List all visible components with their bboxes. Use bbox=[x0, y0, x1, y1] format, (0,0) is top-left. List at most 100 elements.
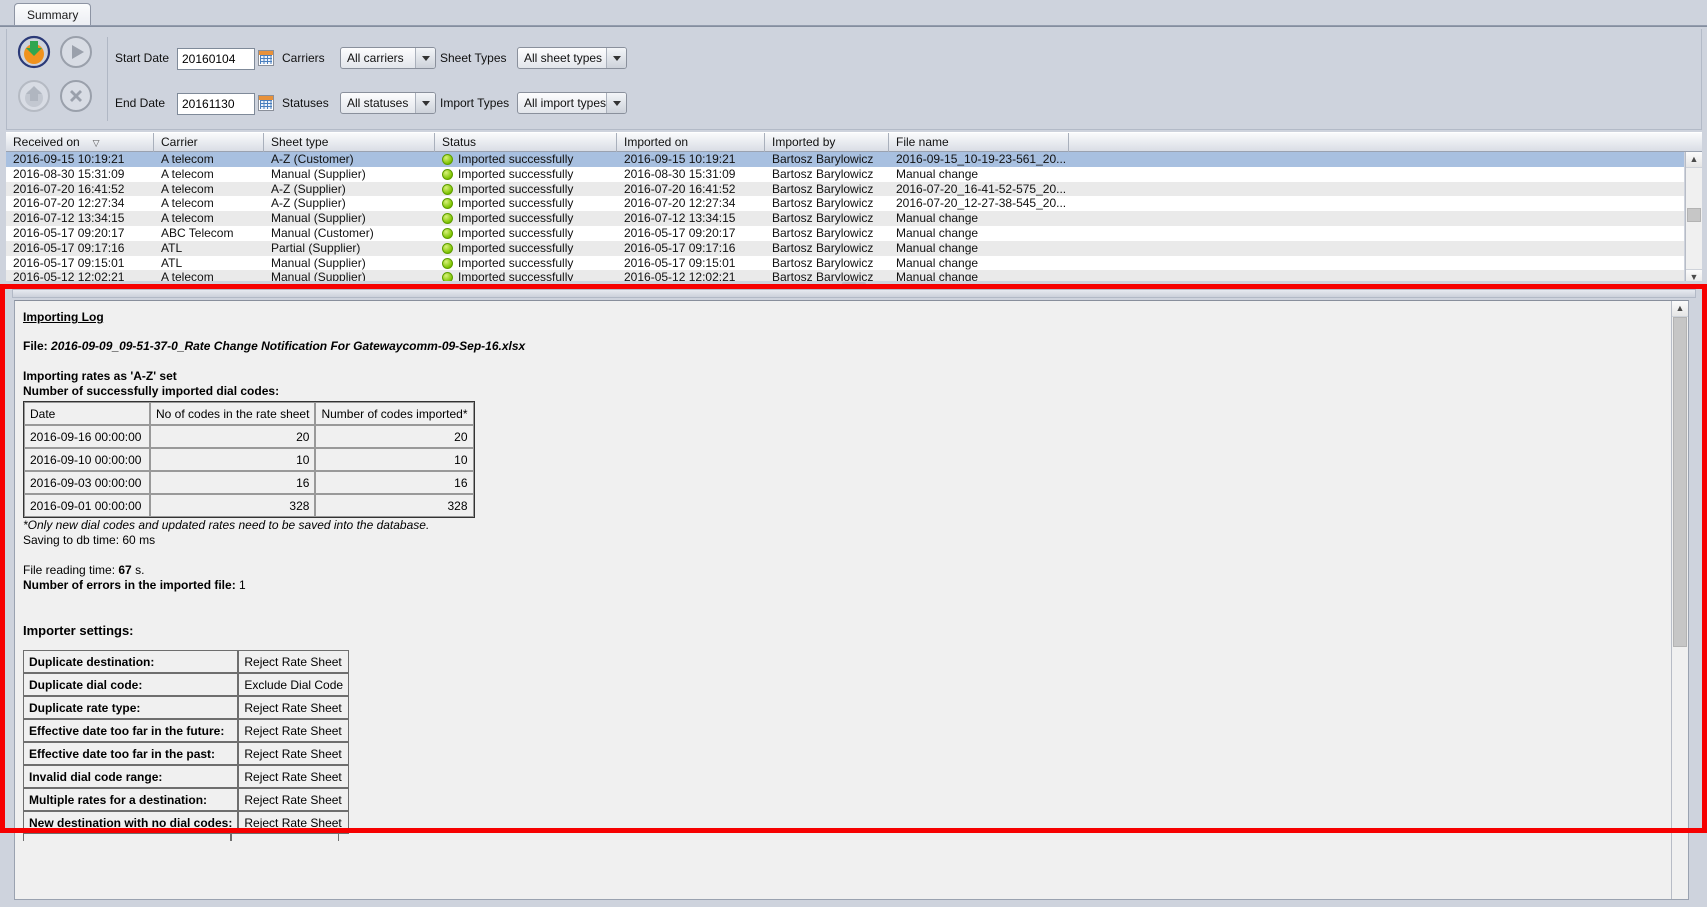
status-ok-icon bbox=[442, 213, 453, 225]
grid-column-header-label: Carrier bbox=[161, 135, 198, 149]
table-row[interactable]: 2016-05-17 09:17:16 ATL Partial (Supplier)… bbox=[6, 240, 1684, 256]
grid-column-header[interactable]: File name bbox=[889, 133, 1069, 152]
carriers-dropdown[interactable]: All carriers bbox=[340, 47, 436, 69]
filter-toolbar-panel: Start Date Carriers All carriers Sheet T… bbox=[6, 29, 1702, 130]
status-label: Imported successfully bbox=[458, 255, 574, 270]
table-cell-imported-on: 2016-09-15 10:19:21 bbox=[624, 152, 736, 166]
table-cell-imported-on: 2016-05-17 09:17:16 bbox=[624, 240, 736, 255]
setting-value: Reject Rate Sheet bbox=[238, 742, 350, 765]
toolbar-separator bbox=[107, 37, 108, 121]
carriers-label: Carriers bbox=[282, 51, 325, 65]
table-row: 2016-09-01 00:00:00 328 328 bbox=[24, 494, 474, 517]
scrollbar-thumb[interactable] bbox=[1673, 317, 1687, 647]
setting-key: Duplicate rate type: bbox=[23, 696, 239, 719]
importing-log-title[interactable]: Importing Log bbox=[23, 310, 104, 324]
chevron-down-icon[interactable] bbox=[606, 48, 626, 68]
grid-column-header[interactable]: Received on ▽ bbox=[6, 133, 154, 152]
table-cell-imported-on: 2016-07-12 13:34:15 bbox=[624, 211, 736, 226]
importer-settings-table: Duplicate destination: Reject Rate Sheet D… bbox=[23, 650, 350, 834]
statuses-label: Statuses bbox=[282, 96, 329, 110]
grid-header-filler bbox=[1069, 133, 1702, 152]
table-cell-sheet-type: A-Z (Supplier) bbox=[271, 181, 346, 196]
table-row[interactable]: 2016-08-30 15:31:09 A telecom Manual (Supp… bbox=[6, 166, 1684, 182]
status-label: Imported successfully bbox=[458, 240, 574, 255]
grid-body[interactable]: 2016-09-15 10:19:21 A telecom A-Z (Custome… bbox=[6, 152, 1684, 285]
end-date-calendar-icon[interactable] bbox=[258, 95, 274, 111]
table-cell-file-name: Manual change bbox=[896, 255, 979, 270]
table-cell: 20 bbox=[150, 425, 316, 448]
table-cell-imported-by: Bartosz Barylowicz bbox=[772, 152, 874, 166]
table-cell-carrier: A telecom bbox=[161, 152, 214, 166]
settings-row: Duplicate dial code: Exclude Dial Code bbox=[23, 673, 350, 696]
table-cell-received-on: 2016-05-17 09:15:01 bbox=[13, 255, 125, 270]
table-row[interactable]: 2016-07-20 12:27:34 A telecom A-Z (Supplie… bbox=[6, 196, 1684, 212]
table-row[interactable]: 2016-09-15 10:19:21 A telecom A-Z (Custome… bbox=[6, 152, 1684, 167]
table-cell-carrier: A telecom bbox=[161, 196, 214, 211]
grid-header-row: Received on ▽ Carrier Sheet type Status Impor… bbox=[6, 132, 1702, 152]
tab-summary[interactable]: Summary bbox=[14, 3, 92, 25]
statuses-dropdown[interactable]: All statuses bbox=[340, 92, 436, 114]
status-label: Imported successfully bbox=[458, 166, 574, 181]
export-button[interactable] bbox=[17, 79, 51, 113]
table-cell-file-name: 2016-07-20_16-41-52-575_20... bbox=[896, 181, 1067, 196]
grid-column-header-label: File name bbox=[896, 135, 949, 149]
log-importing-as: Importing rates as 'A-Z' set bbox=[23, 369, 177, 383]
setting-value: Reject Rate Sheet bbox=[238, 650, 350, 673]
cancel-button[interactable] bbox=[59, 79, 93, 113]
status-ok-icon bbox=[442, 183, 453, 195]
import-types-dropdown[interactable]: All import types bbox=[517, 92, 627, 114]
grid-column-header[interactable]: Sheet type bbox=[264, 133, 435, 152]
table-cell-status: Imported successfully bbox=[435, 182, 617, 197]
sheet-types-dropdown[interactable]: All sheet types bbox=[517, 47, 627, 69]
start-date-calendar-icon[interactable] bbox=[258, 50, 274, 66]
settings-row: New destination with no dial codes: Rejec… bbox=[23, 811, 350, 834]
table-cell-status: Imported successfully bbox=[435, 167, 617, 182]
settings-row: Effective date too far in the future: Rej… bbox=[23, 719, 350, 742]
chevron-down-icon[interactable] bbox=[606, 93, 626, 113]
table-row[interactable]: 2016-05-17 09:20:17 ABC Telecom Manual (Cu… bbox=[6, 225, 1684, 241]
grid-column-header[interactable]: Status bbox=[435, 133, 617, 152]
log-vertical-scrollbar[interactable]: ▲ bbox=[1671, 301, 1688, 899]
status-ok-icon bbox=[442, 168, 453, 180]
grid-column-header-label: Status bbox=[442, 135, 477, 149]
table-cell-sheet-type: Partial (Supplier) bbox=[271, 240, 361, 255]
grid-vertical-scrollbar[interactable]: ▲ ▼ bbox=[1685, 152, 1702, 285]
scroll-up-icon[interactable]: ▲ bbox=[1672, 301, 1688, 317]
importer-settings-heading: Importer settings: bbox=[23, 623, 134, 638]
panel-splitter[interactable] bbox=[6, 281, 1702, 287]
grid-column-header[interactable]: Imported by bbox=[765, 133, 889, 152]
table-row[interactable]: 2016-05-17 09:15:01 ATL Manual (Supplier) I… bbox=[6, 255, 1684, 271]
grid-column-header[interactable]: Imported on bbox=[617, 133, 765, 152]
setting-key: Invalid dial code range: bbox=[23, 765, 239, 788]
table-cell-status: Imported successfully bbox=[435, 241, 617, 256]
import-button[interactable] bbox=[17, 35, 51, 69]
grid-column-header[interactable]: Carrier bbox=[154, 133, 264, 152]
start-date-input[interactable] bbox=[177, 48, 255, 70]
status-ok-icon bbox=[442, 242, 453, 254]
settings-row: Duplicate destination: Reject Rate Sheet bbox=[23, 650, 350, 673]
scroll-up-icon[interactable]: ▲ bbox=[1686, 152, 1702, 168]
table-cell-received-on: 2016-07-20 16:41:52 bbox=[13, 181, 125, 196]
table-cell: 10 bbox=[315, 448, 474, 471]
table-row[interactable]: 2016-07-20 16:41:52 A telecom A-Z (Supplie… bbox=[6, 181, 1684, 197]
scrollbar-thumb[interactable] bbox=[1687, 208, 1701, 222]
table-cell-file-name: Manual change bbox=[896, 225, 979, 240]
splitter-grip[interactable] bbox=[842, 282, 866, 286]
log-content: Importing Log File: 2016-09-09_09-51-37-… bbox=[15, 301, 1671, 899]
table-cell: 10 bbox=[150, 448, 316, 471]
status-label: Imported successfully bbox=[458, 211, 574, 226]
table-cell-carrier: ATL bbox=[161, 255, 183, 270]
chevron-down-icon[interactable] bbox=[415, 93, 435, 113]
sheet-types-label: Sheet Types bbox=[440, 51, 507, 65]
end-date-input[interactable] bbox=[177, 93, 255, 115]
status-label: Imported successfully bbox=[458, 196, 574, 211]
table-cell: 328 bbox=[150, 494, 316, 517]
setting-value: Reject Rate Sheet bbox=[238, 765, 350, 788]
status-ok-icon bbox=[442, 257, 453, 269]
run-button[interactable] bbox=[59, 35, 93, 69]
table-row[interactable]: 2016-07-12 13:34:15 A telecom Manual (Supp… bbox=[6, 211, 1684, 226]
chevron-down-icon[interactable] bbox=[415, 48, 435, 68]
table-cell-received-on: 2016-09-15 10:19:21 bbox=[13, 152, 125, 166]
sheet-types-value: All sheet types bbox=[524, 51, 603, 65]
setting-value: Exclude Dial Code bbox=[238, 673, 350, 696]
